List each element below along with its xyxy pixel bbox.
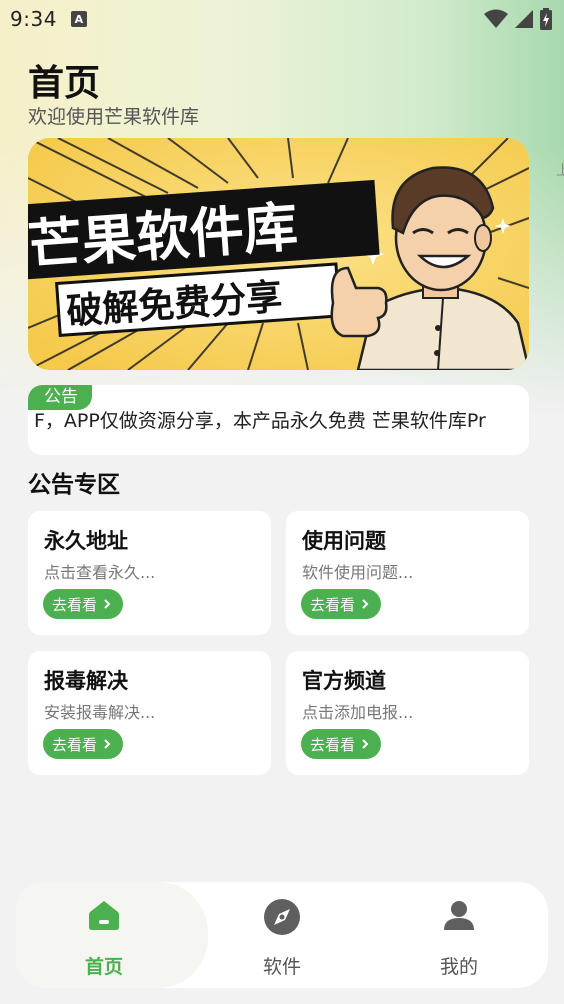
card-usage-issues[interactable]: 使用问题 软件使用问题... 去看看 (286, 511, 529, 635)
chevron-right-icon (104, 739, 111, 749)
page-subtitle: 欢迎使用芒果软件库 (28, 106, 200, 128)
card-permanent-address[interactable]: 永久地址 点击查看永久... 去看看 (28, 511, 271, 635)
view-button[interactable]: 去看看 (301, 589, 381, 619)
card-title: 报毒解决 (44, 669, 128, 693)
compass-icon (264, 899, 300, 935)
view-button-label: 去看看 (52, 735, 98, 754)
card-desc: 点击查看永久... (44, 563, 156, 582)
wifi-icon (484, 9, 508, 28)
notice-marquee-text: F，APP仅做资源分享，本产品永久免费 芒果软件库Pr (34, 410, 486, 432)
status-icons (484, 8, 552, 30)
card-title: 官方频道 (302, 669, 386, 693)
status-time: 9:34 (10, 7, 57, 31)
chevron-right-icon (104, 599, 111, 609)
nav-item-software[interactable]: 软件 (222, 882, 342, 988)
nav-label-software: 软件 (262, 956, 301, 978)
section-title: 公告专区 (28, 472, 120, 498)
card-desc: 安装报毒解决... (44, 703, 156, 722)
nav-item-mine[interactable]: 我的 (399, 882, 519, 988)
view-button[interactable]: 去看看 (301, 729, 381, 759)
banner-illustration: 芒果软件库 破解免费分享 (28, 138, 529, 370)
card-antivirus-fix[interactable]: 报毒解决 安装报毒解决... 去看看 (28, 651, 271, 775)
nav-label-home: 首页 (84, 956, 123, 978)
chevron-right-icon (362, 739, 369, 749)
view-button[interactable]: 去看看 (43, 589, 123, 619)
card-title: 使用问题 (302, 529, 386, 553)
view-button-label: 去看看 (310, 735, 356, 754)
notification-icon: A (70, 11, 87, 27)
nav-item-home[interactable]: 首页 (44, 882, 164, 988)
view-button[interactable]: 去看看 (43, 729, 123, 759)
card-desc: 软件使用问题... (302, 563, 414, 582)
view-button-label: 去看看 (310, 595, 356, 614)
user-icon (444, 901, 474, 930)
promo-banner[interactable]: 芒果软件库 破解免费分享 (28, 138, 529, 370)
home-icon (89, 901, 119, 930)
nav-label-mine: 我的 (439, 956, 478, 978)
view-button-label: 去看看 (52, 595, 98, 614)
page-title: 首页 (28, 63, 101, 104)
signal-icon (515, 10, 533, 28)
battery-icon (540, 8, 552, 30)
card-official-channel[interactable]: 官方频道 点击添加电报... 去看看 (286, 651, 529, 775)
card-desc: 点击添加电报... (302, 703, 414, 722)
chevron-right-icon (362, 599, 369, 609)
bottom-nav: 首页 软件 我的 (16, 882, 548, 988)
status-bar: 9:34 A (0, 0, 564, 38)
banner-peek-indicator: 上 (556, 163, 564, 179)
card-title: 永久地址 (44, 529, 128, 553)
notice-bar[interactable]: 公告 F，APP仅做资源分享，本产品永久免费 芒果软件库Pr (28, 385, 529, 455)
